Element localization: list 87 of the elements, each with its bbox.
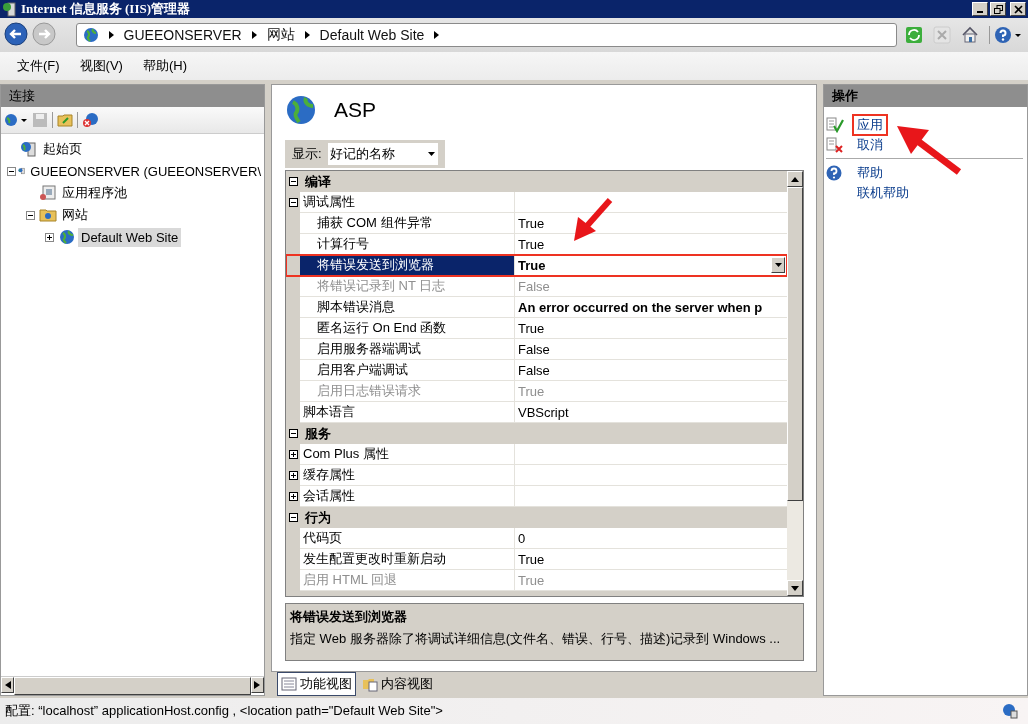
chevron-icon <box>304 31 310 39</box>
network-icon <box>1002 703 1018 719</box>
disconnect-icon <box>82 112 100 128</box>
start-page-icon <box>20 141 38 157</box>
close-icon <box>1013 4 1023 14</box>
view-tab[interactable]: 内容视图 <box>358 672 437 696</box>
horizontal-scrollbar[interactable] <box>1 676 264 695</box>
chevron-icon <box>434 31 440 39</box>
list-icon <box>281 676 297 692</box>
tree-item[interactable]: Default Web Site <box>78 227 182 247</box>
refresh-button[interactable] <box>903 26 925 44</box>
window-title: Internet 信息服务 (IIS)管理器 <box>21 0 191 18</box>
breadcrumb-item[interactable]: Default Web Site <box>319 27 425 43</box>
action-link[interactable]: 联机帮助 <box>854 184 912 202</box>
tree-item[interactable]: GUEEONSERVER (GUEEONSERVER\ <box>27 161 264 181</box>
chevron-icon <box>251 31 257 39</box>
apply-icon <box>826 117 844 133</box>
restore-button[interactable] <box>990 2 1006 16</box>
action-link[interactable]: 应用 <box>854 116 886 134</box>
app-pool-icon <box>39 185 57 201</box>
action-link[interactable]: 帮助 <box>854 164 886 182</box>
expand-toggle[interactable] <box>288 513 298 522</box>
expand-toggle[interactable] <box>288 429 298 438</box>
chevron-icon <box>108 31 114 39</box>
property-value[interactable]: False <box>518 341 550 357</box>
expand-toggle[interactable] <box>7 166 16 176</box>
menu-item[interactable]: 视图(V) <box>79 57 123 75</box>
globe-icon <box>285 94 317 126</box>
caret-icon <box>774 263 782 267</box>
property-value[interactable]: True <box>518 236 545 252</box>
property-name[interactable]: 代码页 <box>303 529 342 547</box>
breadcrumb-item[interactable]: 网站 <box>266 26 295 44</box>
property-value[interactable]: True <box>518 215 545 231</box>
expand-toggle[interactable] <box>288 492 298 501</box>
restore-icon <box>993 4 1003 14</box>
vertical-scrollbar[interactable] <box>787 171 803 596</box>
property-value[interactable]: 0 <box>518 530 526 546</box>
up-arrow-icon[interactable] <box>791 176 799 182</box>
property-value[interactable]: True <box>518 320 545 336</box>
left-arrow-icon[interactable] <box>4 681 11 689</box>
display-label: 显示: <box>292 145 322 163</box>
view-tab[interactable]: 功能视图 <box>277 672 356 696</box>
expand-toggle[interactable] <box>288 471 298 480</box>
down-arrow-icon[interactable] <box>791 585 799 591</box>
minimize-button[interactable] <box>972 2 988 16</box>
expand-toggle[interactable] <box>288 450 298 459</box>
description-title: 将错误发送到浏览器 <box>290 608 408 626</box>
expand-toggle[interactable] <box>45 232 54 242</box>
right-arrow-icon[interactable] <box>254 681 261 689</box>
status-text: 配置: “localhost” applicationHost.config , <location path="Default Web Site"> <box>5 702 443 720</box>
display-dropdown[interactable]: 好记的名称 <box>327 143 438 165</box>
close-button[interactable] <box>1010 2 1026 16</box>
expand-toggle[interactable] <box>288 177 298 186</box>
tree-item[interactable]: 网站 <box>59 204 91 226</box>
tree-item[interactable]: 起始页 <box>40 138 85 160</box>
back-button[interactable] <box>4 22 30 48</box>
panel-header: 连接 <box>1 85 264 107</box>
globe-icon <box>82 27 99 43</box>
menu-item[interactable]: 文件(F) <box>17 57 60 75</box>
expand-toggle[interactable] <box>26 210 35 220</box>
folder-icon <box>39 207 57 223</box>
property-value[interactable]: True <box>518 257 546 273</box>
help-button[interactable] <box>989 26 1024 44</box>
feature-title: ASP <box>334 98 377 122</box>
folder-icon <box>57 112 73 128</box>
tree-item[interactable]: 应用程序池 <box>59 182 130 204</box>
property-value[interactable]: True <box>518 551 545 567</box>
cancel-icon <box>826 137 844 153</box>
folder-icon <box>362 676 378 692</box>
annotation-arrow <box>895 124 963 176</box>
description-text: 指定 Web 服务器除了将调试详细信息(文件名、错误、行号、描述)记录到 Windows ... <box>290 630 782 648</box>
dropdown-arrow-icon <box>427 152 435 156</box>
expand-toggle[interactable] <box>288 198 298 207</box>
dropdown-button[interactable] <box>771 257 785 273</box>
menu-item[interactable]: 帮助(H) <box>142 57 187 75</box>
property-value[interactable]: False <box>518 362 550 378</box>
minimize-icon <box>977 11 983 13</box>
save-icon <box>32 112 48 128</box>
help-icon <box>826 165 842 181</box>
connect-icon <box>4 112 28 128</box>
property-value[interactable]: VBScript <box>518 404 569 420</box>
action-link[interactable]: 取消 <box>854 136 886 154</box>
address-bar[interactable]: GUEEONSERVER 网站 Default Web Site <box>75 23 897 47</box>
panel-header: 操作 <box>824 85 1027 107</box>
breadcrumb-item[interactable]: GUEEONSERVER <box>123 27 242 43</box>
server-icon <box>2 1 18 17</box>
globe-icon <box>58 229 76 245</box>
